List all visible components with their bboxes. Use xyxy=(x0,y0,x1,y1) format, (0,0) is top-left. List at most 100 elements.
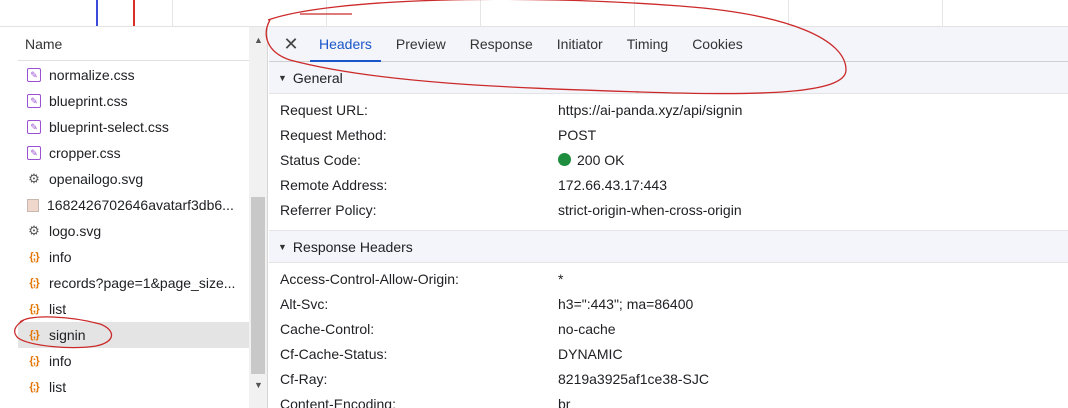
header-value-text: no-cache xyxy=(558,320,616,337)
request-list-scrollbar[interactable]: ▲ ▼ xyxy=(249,27,267,408)
header-key: Alt-Svc: xyxy=(280,295,329,312)
request-row-logo-svg[interactable]: ⚙ logo.svg xyxy=(18,218,249,244)
css-file-icon: ✎ xyxy=(27,146,41,160)
header-row[interactable]: Access-Control-Allow-Origin: * xyxy=(269,266,1068,291)
header-key: Access-Control-Allow-Origin: xyxy=(280,270,459,287)
header-value: * xyxy=(558,271,563,287)
tab-initiator[interactable]: Initiator xyxy=(545,27,615,61)
request-row-cropper-css[interactable]: ✎ cropper.css xyxy=(18,140,249,166)
header-key: Content-Encoding: xyxy=(280,395,396,408)
request-row-openailogo-svg[interactable]: ⚙ openailogo.svg xyxy=(18,166,249,192)
request-name: logo.svg xyxy=(49,223,102,239)
svg-file-icon: ⚙ xyxy=(28,171,40,186)
request-row-normalize-css[interactable]: ✎ normalize.css xyxy=(18,62,249,88)
request-row-info[interactable]: {;} info xyxy=(18,244,249,270)
request-row-blueprint-css[interactable]: ✎ blueprint.css xyxy=(18,88,249,114)
header-value-text: strict-origin-when-cross-origin xyxy=(558,201,742,218)
header-value: POST xyxy=(558,127,596,143)
header-value-text: 200 OK xyxy=(577,151,625,168)
header-row[interactable]: Alt-Svc: h3=":443"; ma=86400 xyxy=(269,291,1068,316)
xhr-json-icon: {;} xyxy=(29,277,39,289)
general-section-header[interactable]: ▼ General xyxy=(269,62,1068,94)
header-value: 8219a3925af1ce38-SJC xyxy=(558,371,709,387)
status-ok-dot-icon xyxy=(558,153,571,166)
request-name: list xyxy=(49,379,67,395)
header-key: Cf-Cache-Status: xyxy=(280,345,388,362)
scroll-up-arrow-icon[interactable]: ▲ xyxy=(254,35,263,45)
timeline-gridline xyxy=(942,0,943,26)
request-name: blueprint-select.css xyxy=(49,119,169,135)
request-name: normalize.css xyxy=(49,67,135,83)
header-key: Request Method: xyxy=(280,126,387,143)
collapse-triangle-icon: ▼ xyxy=(278,72,287,83)
header-row[interactable]: Request Method: POST xyxy=(269,122,1068,147)
header-value-text: 8219a3925af1ce38-SJC xyxy=(558,370,710,387)
header-row[interactable]: Request URL: https://ai-panda.xyz/api/sig… xyxy=(269,97,1068,122)
request-name: records?page=1&page_size... xyxy=(49,275,236,291)
header-value-text: https://ai-panda.xyz/api/signin xyxy=(558,101,743,118)
request-row-records-page-1-page-size[interactable]: {;} records?page=1&page_size... xyxy=(18,270,249,296)
header-row[interactable]: Referrer Policy: strict-origin-when-cross… xyxy=(269,197,1068,222)
header-row[interactable]: Cf-Ray: 8219a3925af1ce38-SJC xyxy=(269,366,1068,391)
request-row-1682426702646avatarf3db6[interactable]: 1682426702646avatarf3db6... xyxy=(18,192,249,218)
request-list: Name ✎ normalize.css ✎ blueprint.css ✎ bluepr… xyxy=(18,27,268,408)
request-name: blueprint.css xyxy=(49,93,128,109)
css-file-icon: ✎ xyxy=(27,94,41,108)
css-file-icon: ✎ xyxy=(27,68,41,82)
request-row-blueprint-select-css[interactable]: ✎ blueprint-select.css xyxy=(18,114,249,140)
header-row[interactable]: Cf-Cache-Status: DYNAMIC xyxy=(269,341,1068,366)
header-value-text: h3=":443"; ma=86400 xyxy=(558,295,694,312)
header-key: Cache-Control: xyxy=(280,320,375,337)
general-section-title: General xyxy=(292,69,343,86)
header-value: DYNAMIC xyxy=(558,346,623,362)
tab-preview[interactable]: Preview xyxy=(384,27,458,61)
header-value: no-cache xyxy=(558,321,616,337)
response-headers-section-title: Response Headers xyxy=(292,238,413,255)
section-divider xyxy=(269,222,1068,231)
header-value: h3=":443"; ma=86400 xyxy=(558,296,693,312)
response-headers-section-header[interactable]: ▼ Response Headers xyxy=(269,231,1068,263)
request-row-signin[interactable]: {;} signin xyxy=(18,322,249,348)
header-row[interactable]: Remote Address: 172.66.43.17:443 xyxy=(269,172,1068,197)
scroll-down-arrow-icon[interactable]: ▼ xyxy=(254,380,263,390)
svg-file-icon: ⚙ xyxy=(28,223,40,238)
request-name: info xyxy=(49,249,72,265)
header-value-text: POST xyxy=(558,126,597,143)
response-header-rows: Access-Control-Allow-Origin: * Alt-Svc: h3=… xyxy=(269,263,1068,408)
header-row[interactable]: Cache-Control: no-cache xyxy=(269,316,1068,341)
header-key: Remote Address: xyxy=(280,176,388,193)
request-row-list[interactable]: {;} list xyxy=(18,374,249,400)
header-value-text: * xyxy=(558,270,564,287)
general-rows: Request URL: https://ai-panda.xyz/api/sig… xyxy=(269,94,1068,222)
name-column-header[interactable]: Name xyxy=(18,27,267,61)
timeline-gridline xyxy=(172,0,173,26)
request-name: info xyxy=(49,353,72,369)
request-name: list xyxy=(49,301,67,317)
header-value-text: 172.66.43.17:443 xyxy=(558,176,667,193)
network-timeline[interactable] xyxy=(0,0,1068,27)
request-details-panel: ✕ Headers Preview Response Initiator Timing C… xyxy=(269,27,1068,408)
tab-headers[interactable]: Headers xyxy=(307,27,384,62)
timeline-gridline xyxy=(634,0,635,26)
header-value-text: DYNAMIC xyxy=(558,345,623,362)
header-key: Referrer Policy: xyxy=(280,201,377,218)
header-row[interactable]: Status Code: 200 OK xyxy=(269,147,1068,172)
request-rows: ✎ normalize.css ✎ blueprint.css ✎ blueprint-s… xyxy=(18,62,249,400)
dom-content-loaded-marker xyxy=(96,0,98,26)
name-column-label: Name xyxy=(25,35,63,52)
timeline-gridline xyxy=(326,0,327,26)
request-row-info[interactable]: {;} info xyxy=(18,348,249,374)
header-value: strict-origin-when-cross-origin xyxy=(558,202,742,218)
header-value: br xyxy=(558,396,570,408)
header-key: Status Code: xyxy=(280,151,361,168)
left-gutter xyxy=(0,27,18,408)
tab-cookies[interactable]: Cookies xyxy=(680,27,755,61)
header-row[interactable]: Content-Encoding: br xyxy=(269,391,1068,408)
tab-response[interactable]: Response xyxy=(458,27,545,61)
scrollbar-thumb[interactable] xyxy=(251,197,265,374)
request-row-list[interactable]: {;} list xyxy=(18,296,249,322)
close-icon[interactable]: ✕ xyxy=(279,27,303,61)
timeline-gridline xyxy=(788,0,789,26)
header-key: Cf-Ray: xyxy=(280,370,328,387)
tab-timing[interactable]: Timing xyxy=(615,27,681,61)
